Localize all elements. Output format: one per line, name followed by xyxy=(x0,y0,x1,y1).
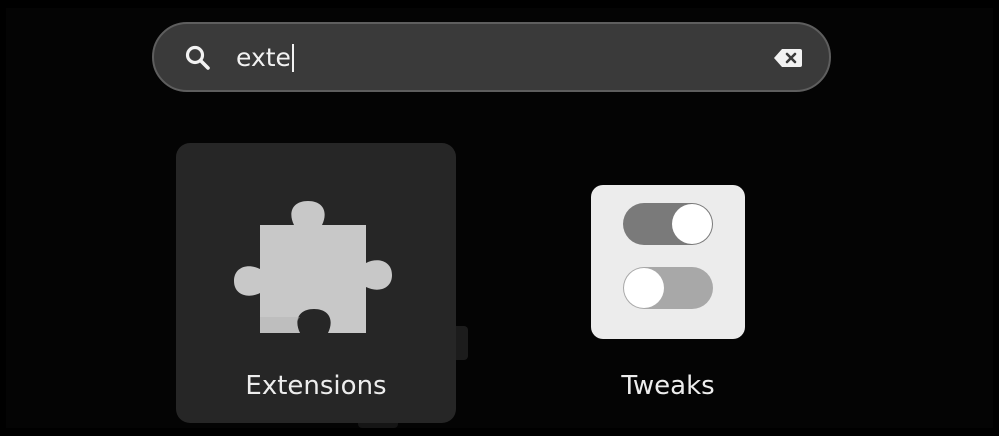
puzzle-piece-icon xyxy=(234,201,392,333)
search-bar[interactable]: exte xyxy=(152,22,831,92)
app-grid-overview: exte Extensions Tweaks xyxy=(6,8,993,428)
app-label-tweaks: Tweaks xyxy=(621,371,715,401)
search-query-text: exte xyxy=(236,43,291,72)
app-result-tweaks[interactable]: Tweaks xyxy=(528,143,808,423)
toggle-switches-icon xyxy=(591,185,745,339)
app-label-extensions: Extensions xyxy=(245,371,387,401)
text-cursor xyxy=(291,44,294,72)
search-input[interactable]: exte xyxy=(236,40,294,76)
search-icon xyxy=(185,45,210,70)
backspace-clear-icon[interactable] xyxy=(773,48,803,68)
app-result-extensions[interactable]: Extensions xyxy=(176,143,456,423)
